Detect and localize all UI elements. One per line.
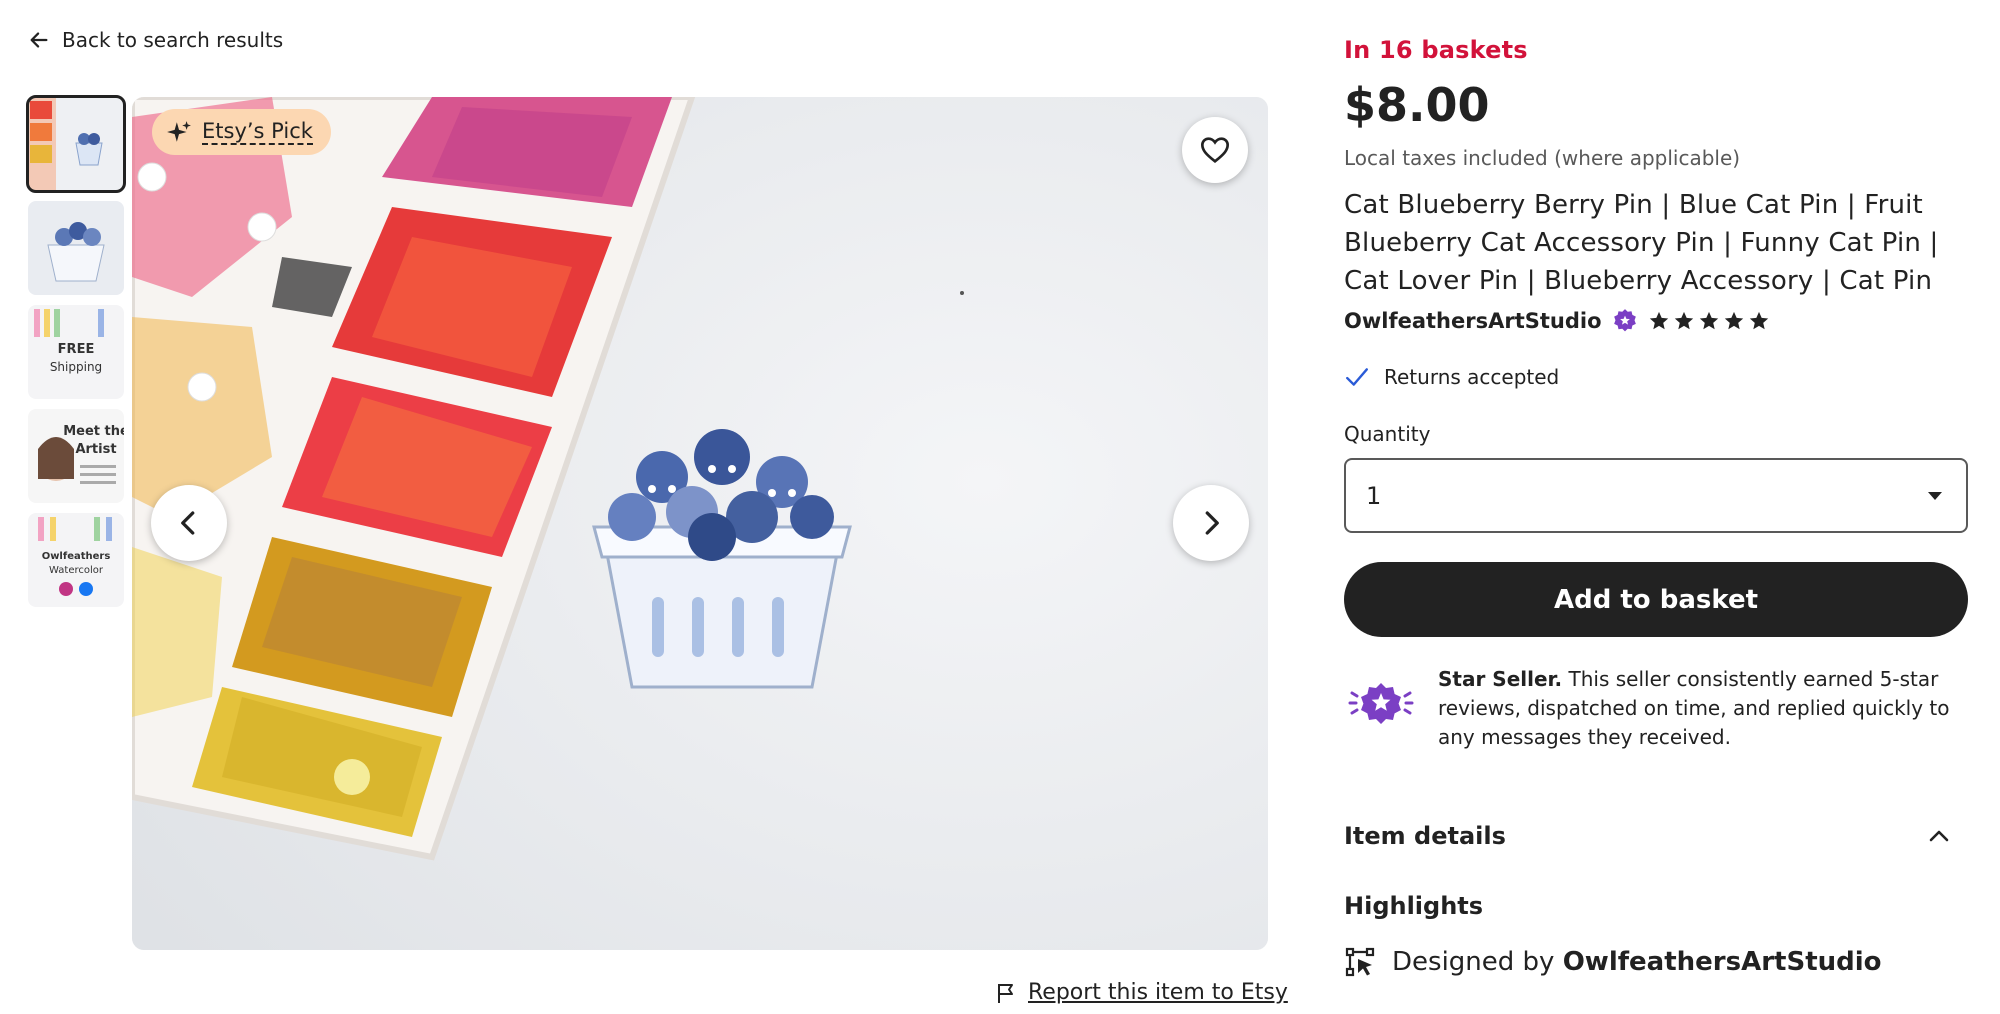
svg-text:Watercolor: Watercolor (49, 565, 104, 576)
product-photo (132, 97, 1268, 950)
highlights-heading: Highlights (1344, 892, 1484, 920)
seller-row: OwlfeathersArtStudio (1344, 308, 1968, 334)
add-to-basket-button[interactable]: Add to basket (1344, 562, 1968, 637)
thumbnail-3[interactable]: FREE Shipping (28, 305, 124, 399)
star-icon (1749, 311, 1768, 330)
report-item-label: Report this item to Etsy (1028, 980, 1288, 1005)
svg-text:Owlfeathers: Owlfeathers (42, 551, 111, 562)
chevron-left-icon (181, 511, 195, 535)
price: $8.00 (1344, 78, 1490, 132)
star-seller-text: Star Seller. This seller consistently ea… (1438, 665, 1968, 752)
item-details-toggle[interactable]: Item details (1344, 822, 1968, 850)
thumbnail-1[interactable] (26, 95, 126, 193)
back-link-label: Back to search results (62, 28, 284, 52)
next-image-button[interactable] (1173, 485, 1249, 561)
star-icon (1649, 311, 1668, 330)
designed-by-seller-link[interactable]: OwlfeathersArtStudio (1563, 947, 1882, 977)
star-seller-title: Star Seller. (1438, 667, 1563, 691)
report-item-link[interactable]: Report this item to Etsy (994, 980, 1288, 1005)
thumbnail-list: FREE Shipping Meet the Artist Owlfeather… (26, 95, 126, 617)
thumbnail-2[interactable] (28, 201, 124, 295)
svg-text:Shipping: Shipping (50, 360, 102, 374)
basket-count: In 16 baskets (1344, 36, 1528, 64)
quantity-select[interactable]: 1 (1344, 458, 1968, 533)
star-seller-badge-icon (1613, 309, 1636, 332)
svg-text:Meet the: Meet the (63, 424, 124, 439)
etsys-pick-badge[interactable]: Etsy’s Pick (152, 109, 331, 155)
design-tool-icon (1345, 947, 1375, 977)
svg-text:FREE: FREE (58, 342, 95, 357)
thumbnail-image: Meet the Artist (28, 409, 124, 503)
quantity-value: 1 (1366, 481, 1382, 510)
chevron-right-icon (1205, 511, 1219, 535)
star-icon (1674, 311, 1693, 330)
listing-panel: In 16 baskets $8.00 Local taxes included… (1344, 36, 1968, 978)
taxes-note: Local taxes included (where applicable) (1344, 146, 1741, 170)
star-icon (1724, 311, 1743, 330)
thumbnail-image: Owlfeathers Watercolor (28, 513, 124, 607)
svg-text:Artist: Artist (75, 442, 116, 457)
flag-icon (998, 983, 1013, 1003)
designed-by-prefix: Designed by (1392, 947, 1555, 977)
item-details-label: Item details (1344, 822, 1506, 850)
favorite-button[interactable] (1182, 117, 1248, 183)
star-seller-info: Star Seller. This seller consistently ea… (1344, 665, 1968, 752)
caret-down-icon (1928, 491, 1942, 500)
returns-label: Returns accepted (1384, 365, 1560, 389)
listing-title: Cat Blueberry Berry Pin | Blue Cat Pin |… (1344, 190, 1939, 296)
sparkle-icon (167, 121, 191, 142)
back-to-search-link[interactable]: Back to search results (28, 28, 283, 52)
heart-icon (1200, 137, 1230, 164)
previous-image-button[interactable] (151, 485, 227, 561)
thumbnail-image: FREE Shipping (28, 305, 124, 399)
seller-name-link[interactable]: OwlfeathersArtStudio (1344, 309, 1602, 333)
designed-by-row: Designed by OwlfeathersArtStudio (1344, 946, 1968, 978)
arrow-left-icon (30, 32, 48, 48)
thumbnail-image (28, 97, 124, 191)
checkmark-icon (1346, 368, 1368, 386)
star-rating[interactable] (1648, 310, 1770, 332)
thumbnail-4[interactable]: Meet the Artist (28, 409, 124, 503)
chevron-up-icon (1929, 830, 1949, 842)
main-product-image: Etsy’s Pick (132, 97, 1268, 950)
quantity-label: Quantity (1344, 422, 1431, 446)
thumbnail-5[interactable]: Owlfeathers Watercolor (28, 513, 124, 607)
returns-accepted: Returns accepted (1344, 364, 1968, 390)
thumbnail-image (28, 201, 124, 295)
star-seller-icon (1348, 683, 1414, 724)
star-icon (1699, 311, 1718, 330)
etsys-pick-label: Etsy’s Pick (202, 119, 313, 145)
